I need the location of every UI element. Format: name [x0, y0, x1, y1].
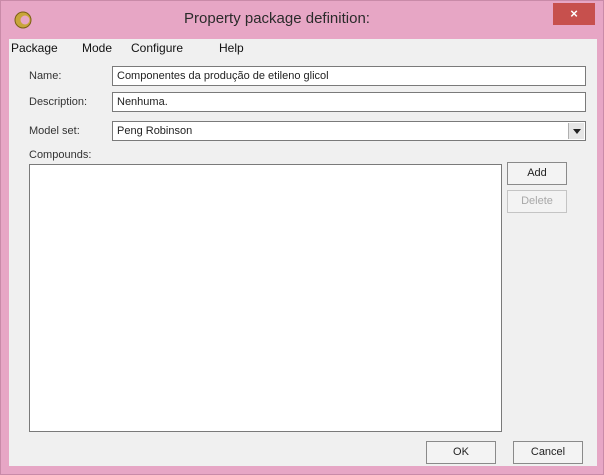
- model-set-value: Peng Robinson: [117, 125, 193, 137]
- menu-help[interactable]: Help: [219, 41, 244, 55]
- model-set-dropdown[interactable]: Peng Robinson: [112, 121, 586, 141]
- name-label: Name:: [29, 70, 62, 82]
- chevron-down-icon[interactable]: [568, 123, 584, 139]
- add-button[interactable]: Add: [507, 162, 567, 185]
- delete-button[interactable]: Delete: [507, 190, 567, 213]
- menu-package[interactable]: Package: [11, 41, 58, 55]
- description-field[interactable]: Nenhuma.: [112, 92, 586, 112]
- compounds-label: Compounds:: [29, 149, 92, 161]
- description-label: Description:: [29, 96, 88, 108]
- menu-configure[interactable]: Configure: [131, 41, 183, 55]
- app-logo-icon: [14, 11, 32, 29]
- dialog-client-area: Package Mode Configure Help Name: Compon…: [9, 39, 597, 466]
- cancel-button[interactable]: Cancel: [513, 441, 583, 464]
- close-button[interactable]: ×: [553, 3, 595, 25]
- compounds-list[interactable]: [29, 164, 502, 432]
- title-bar[interactable]: Property package definition: ×: [1, 1, 603, 37]
- window-title: Property package definition:: [184, 10, 370, 27]
- property-package-window: Property package definition: × Package M…: [0, 0, 604, 475]
- model-set-label: Model set:: [29, 125, 80, 137]
- ok-button[interactable]: OK: [426, 441, 496, 464]
- menu-mode[interactable]: Mode: [82, 41, 112, 55]
- menu-bar: Package Mode Configure Help: [9, 39, 597, 57]
- name-field[interactable]: Componentes da produção de etileno glico…: [112, 66, 586, 86]
